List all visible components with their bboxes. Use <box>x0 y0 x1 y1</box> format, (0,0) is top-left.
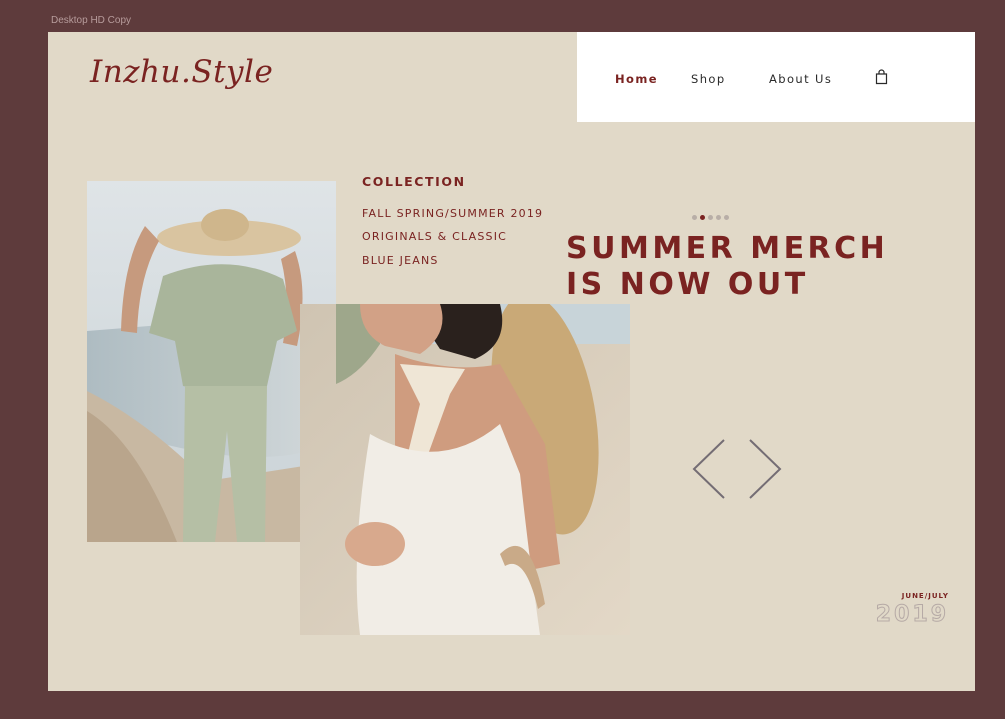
shopping-bag-icon[interactable] <box>875 69 888 85</box>
hero-headline: SUMMER MERCH IS NOW OUT <box>566 231 888 303</box>
season-label: JUNE/JULY <box>901 592 949 600</box>
collection-link-blue-jeans[interactable]: BLUE JEANS <box>362 254 439 267</box>
brand-logo[interactable]: Inzhu.Style <box>90 54 273 90</box>
collection-link-fall-spring-summer[interactable]: FALL SPRING/SUMMER 2019 <box>362 207 543 220</box>
hero-headline-line2: IS NOW OUT <box>566 267 809 302</box>
chevron-right-icon[interactable] <box>745 438 783 500</box>
slider-dot[interactable] <box>724 215 729 220</box>
collection-heading: COLLECTION <box>362 174 466 189</box>
nav-home[interactable]: Home <box>615 72 658 86</box>
slider-dot-active[interactable] <box>700 215 705 220</box>
nav-about-us[interactable]: About Us <box>769 72 832 86</box>
slider-dot[interactable] <box>692 215 697 220</box>
white-dress-photo <box>300 304 630 635</box>
slider-dot[interactable] <box>716 215 721 220</box>
collection-link-originals-classic[interactable]: ORIGINALS & CLASSIC <box>362 230 507 243</box>
artboard-label: Desktop HD Copy <box>51 15 132 26</box>
slider-dots <box>692 215 729 221</box>
hero-headline-line1: SUMMER MERCH <box>566 231 889 266</box>
nav-shop[interactable]: Shop <box>691 72 726 86</box>
season-year: 2019 <box>875 602 949 628</box>
page-artboard: Inzhu.Style Home Shop About Us COLLECTIO… <box>48 32 975 691</box>
beach-outfit-photo <box>87 181 336 542</box>
top-nav: Home Shop About Us <box>577 32 975 122</box>
slider-dot[interactable] <box>708 215 713 220</box>
chevron-left-icon[interactable] <box>691 438 729 500</box>
